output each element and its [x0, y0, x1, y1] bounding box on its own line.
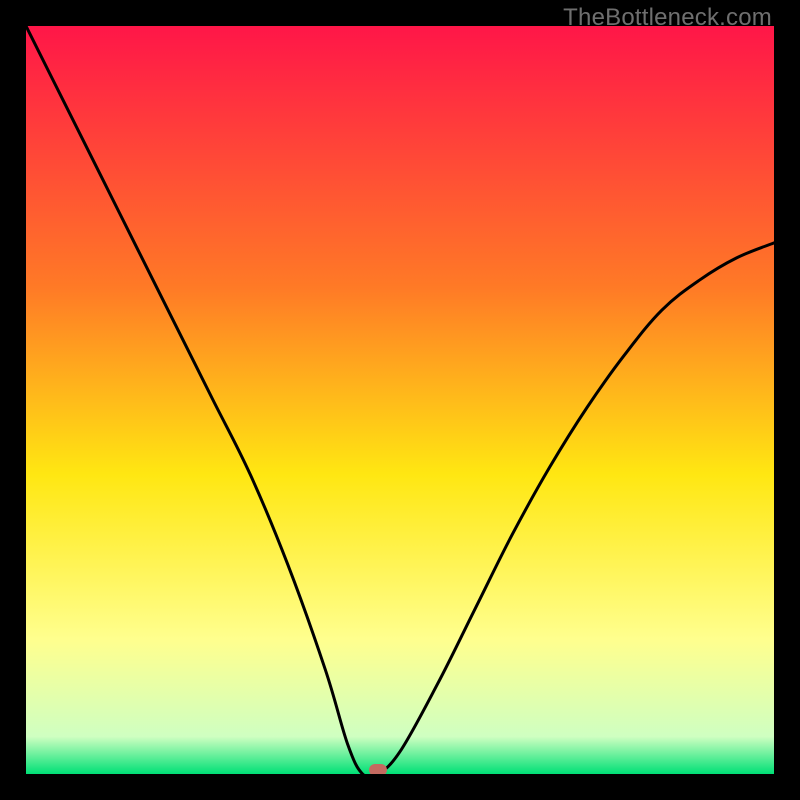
plot-area: [26, 26, 774, 774]
chart-svg: [26, 26, 774, 774]
gradient-background: [26, 26, 774, 774]
chart-frame: TheBottleneck.com: [0, 0, 800, 800]
optimal-point-marker: [369, 764, 387, 774]
